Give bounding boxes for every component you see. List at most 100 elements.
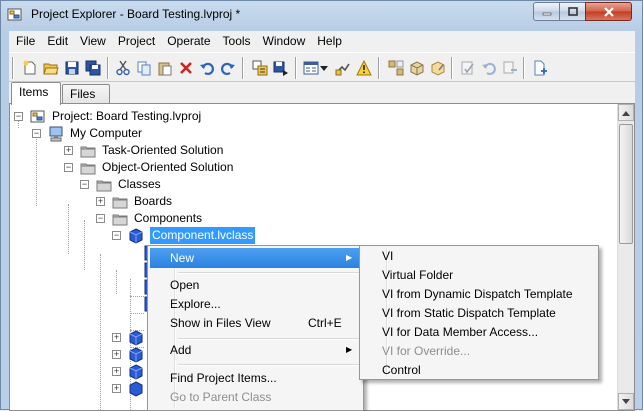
close-button[interactable]	[585, 2, 632, 21]
tree-item-component-lvclass[interactable]: − Component.lvclass	[112, 227, 312, 244]
menu-item-explore[interactable]: Explore...	[150, 294, 361, 314]
remove-button[interactable]	[501, 59, 519, 77]
tree-connector	[130, 296, 144, 297]
menu-item-vi-dynamic-dispatch[interactable]: VI from Dynamic Dispatch Template	[362, 284, 596, 304]
menu-item-show-in-files-view[interactable]: Show in Files View Ctrl+E	[150, 313, 361, 333]
tree-item-object-oriented-solution[interactable]: − Object-Oriented Solution	[64, 159, 304, 176]
menu-project[interactable]: Project	[112, 31, 161, 51]
cut-icon	[116, 60, 130, 76]
collapse-toggle[interactable]: −	[96, 214, 105, 223]
tree-item-my-computer[interactable]: − My Computer	[32, 125, 272, 142]
menu-item-vi-data-member-access[interactable]: VI for Data Member Access...	[362, 322, 596, 342]
menu-item-control[interactable]: Control	[362, 360, 596, 380]
dependencies-button[interactable]	[387, 59, 405, 77]
deploy-button[interactable]	[272, 59, 290, 77]
menu-separator	[178, 364, 360, 366]
menu-edit[interactable]: Edit	[41, 31, 74, 51]
check-icon	[461, 61, 474, 75]
scroll-down-button[interactable]	[618, 393, 634, 410]
menu-item-add[interactable]: Add ▶	[150, 340, 361, 360]
menu-item-vi-static-dispatch[interactable]: VI from Static Dispatch Template	[362, 303, 596, 323]
add-file-icon	[534, 60, 547, 76]
save-button[interactable]	[63, 59, 81, 77]
new-button[interactable]	[21, 59, 39, 77]
undo-button[interactable]	[198, 59, 216, 77]
tab-items[interactable]: Items	[11, 82, 61, 105]
view-button[interactable]	[302, 59, 320, 77]
expand-toggle[interactable]: +	[112, 333, 121, 342]
tab-files[interactable]: Files	[62, 84, 110, 105]
menu-operate[interactable]: Operate	[161, 31, 216, 51]
build-icon	[252, 60, 268, 76]
tree-item-label: Classes	[118, 177, 161, 191]
delete-button[interactable]	[177, 59, 195, 77]
collapse-toggle[interactable]: −	[14, 112, 23, 121]
menu-help[interactable]: Help	[311, 31, 348, 51]
collapse-toggle[interactable]: −	[80, 180, 89, 189]
tree-item-boards[interactable]: + Boards	[96, 193, 296, 210]
collapse-toggle[interactable]: −	[64, 163, 73, 172]
class-button[interactable]	[429, 59, 447, 77]
tree-item-class-partial[interactable]: +	[112, 380, 152, 397]
tree-connector	[130, 313, 144, 314]
open-button[interactable]	[42, 59, 60, 77]
tree-item-label: Component.lvclass	[150, 227, 256, 244]
cut-button[interactable]	[114, 59, 132, 77]
project-icon	[30, 110, 45, 123]
folder-icon	[80, 163, 96, 175]
computer-icon	[49, 126, 63, 142]
tree-connector	[68, 204, 69, 254]
expand-toggle[interactable]: +	[96, 197, 105, 206]
menu-item-label: VI for Data Member Access...	[382, 325, 539, 339]
view-dropdown-button[interactable]	[319, 59, 329, 77]
add-file-button[interactable]	[531, 59, 549, 77]
project-explorer-window: Project Explorer - Board Testing.lvproj …	[0, 0, 643, 411]
menu-item-new[interactable]: New ▶	[150, 248, 361, 268]
copy-button[interactable]	[135, 59, 153, 77]
scroll-up-button[interactable]	[618, 104, 634, 121]
collapse-toggle[interactable]: −	[32, 129, 41, 138]
title-bar[interactable]: Project Explorer - Board Testing.lvproj …	[1, 1, 642, 30]
tree-item-components[interactable]: − Components	[96, 210, 296, 227]
project-explorer-icon	[7, 8, 22, 21]
class-cube-icon	[129, 228, 143, 244]
tree-item-class-a[interactable]: + A	[112, 329, 158, 346]
new-icon	[23, 60, 36, 75]
warning-button[interactable]	[355, 59, 373, 77]
build-button[interactable]	[251, 59, 269, 77]
toolbar-separator	[295, 57, 297, 79]
menu-item-find-project-items[interactable]: Find Project Items...	[150, 368, 361, 388]
tree-item-class-m[interactable]: + M	[112, 363, 160, 380]
check-button[interactable]	[459, 59, 477, 77]
resolve-button[interactable]	[334, 59, 352, 77]
refresh-button[interactable]	[480, 59, 498, 77]
menu-file[interactable]: File	[9, 31, 41, 51]
expand-toggle[interactable]: +	[112, 384, 121, 393]
submenu-arrow-icon: ▶	[346, 345, 353, 354]
menu-view[interactable]: View	[74, 31, 112, 51]
tree-item-class-d[interactable]: + D	[112, 346, 159, 363]
expand-toggle[interactable]: +	[112, 367, 121, 376]
menu-item-virtual-folder[interactable]: Virtual Folder	[362, 265, 596, 285]
menu-item-vi[interactable]: VI	[362, 246, 596, 266]
expand-toggle[interactable]: +	[64, 146, 73, 155]
menu-item-open[interactable]: Open	[150, 275, 361, 295]
paste-button[interactable]	[156, 59, 174, 77]
redo-button[interactable]	[219, 59, 237, 77]
expand-toggle[interactable]: +	[112, 350, 121, 359]
tree-scrollbar[interactable]	[617, 104, 634, 410]
save-all-button[interactable]	[84, 59, 102, 77]
collapse-toggle[interactable]: −	[112, 231, 121, 240]
maximize-button[interactable]	[559, 2, 586, 21]
menu-window[interactable]: Window	[257, 31, 312, 51]
new-submenu: VI Virtual Folder VI from Dynamic Dispat…	[359, 245, 599, 380]
tree-connector	[100, 254, 101, 410]
menu-item-label: Show in Files View	[170, 316, 271, 330]
tree-item-task-oriented-solution[interactable]: + Task-Oriented Solution	[64, 142, 304, 159]
tree-item-classes[interactable]: − Classes	[80, 176, 280, 193]
library-button[interactable]	[408, 59, 426, 77]
tree-item-project[interactable]: − Project: Board Testing.lvproj	[14, 108, 274, 125]
minimize-button[interactable]	[533, 2, 560, 21]
menu-tools[interactable]: Tools	[217, 31, 257, 51]
scroll-thumb[interactable]	[619, 124, 633, 244]
